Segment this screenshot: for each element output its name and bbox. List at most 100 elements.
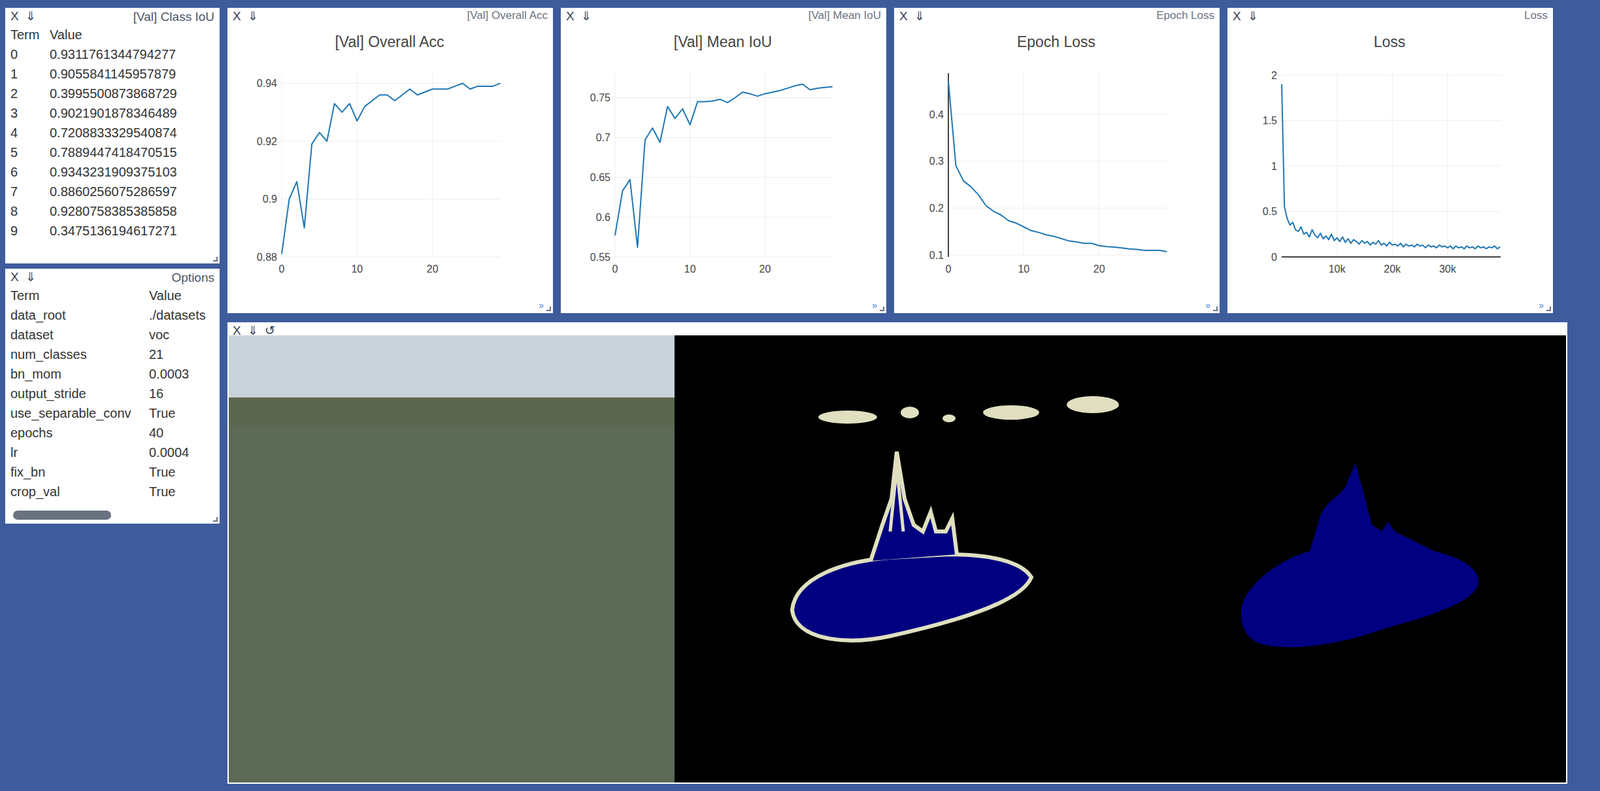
x-tick: 20 (759, 73, 772, 275)
svg-text:0.2: 0.2 (929, 202, 944, 214)
download-button[interactable]: ⇓ (25, 9, 36, 24)
resize-handle-icon[interactable] (879, 306, 885, 312)
panel-header: X⇓Options (5, 268, 220, 286)
panel-header: X ⇓ Loss (1227, 7, 1553, 24)
svg-text:30k: 30k (1439, 263, 1457, 275)
close-button[interactable]: X (899, 9, 908, 24)
svg-text:0.92: 0.92 (256, 135, 278, 148)
prediction-mask (674, 335, 1121, 783)
table-cell: 6 (10, 162, 50, 182)
table-cell: epochs (10, 422, 150, 443)
chart-panel: X ⇓ [Val] Overall Acc [Val] Overall Acc 0.88… (227, 7, 553, 314)
chart-row: X⇓[Val] Overall Acc[Val] Overall Acc0.88… (227, 7, 1568, 314)
svg-text:0.4: 0.4 (929, 109, 944, 121)
table-cell: fix_bn (10, 462, 150, 482)
visdom-dashboard: X⇓[Val] Class IoUTermValue00.93117613447… (0, 0, 1600, 791)
resize-handle-icon[interactable] (1546, 306, 1551, 312)
options-panel: X⇓OptionsTermValuedata_root./datasetsdat… (5, 268, 220, 524)
download-button[interactable]: ⇓ (247, 9, 259, 24)
close-button[interactable]: X (1232, 9, 1242, 24)
y-tick: 0.2 (929, 202, 1168, 214)
series-line (615, 84, 833, 248)
expand-link[interactable]: » (871, 300, 878, 311)
svg-text:0.9: 0.9 (262, 193, 278, 205)
svg-text:0: 0 (1271, 251, 1278, 263)
download-button[interactable]: ⇓ (581, 9, 592, 24)
table-cell: 0 (10, 44, 50, 65)
x-tick: 10 (684, 73, 697, 275)
svg-text:0.65: 0.65 (590, 171, 611, 184)
close-button[interactable]: X (566, 9, 575, 24)
expand-link[interactable]: » (1205, 300, 1211, 311)
y-tick: 0.92 (256, 135, 501, 148)
table-cell: dataset (10, 324, 150, 345)
table: TermValue00.931176134479427710.905584114… (5, 24, 220, 241)
svg-text:1: 1 (1271, 160, 1278, 172)
panel-controls: X⇓ (566, 9, 592, 24)
table-cell: True (149, 403, 215, 423)
panel-controls: X⇓ (899, 9, 925, 24)
y-tick: 0.6 (596, 211, 834, 223)
horizontal-scrollbar[interactable] (13, 510, 112, 520)
y-tick: 1.5 (1262, 115, 1501, 127)
download-button[interactable]: ⇓ (1247, 9, 1259, 24)
resize-handle-icon[interactable] (1213, 306, 1218, 312)
y-tick: 0.9 (262, 193, 501, 205)
x-tick: 0 (279, 73, 285, 275)
table-cell: 0.9021901878346489 (49, 103, 215, 123)
table-header-cell: Term (10, 285, 150, 306)
input-photo (228, 335, 675, 783)
svg-text:2: 2 (1271, 69, 1278, 82)
panel-header: X ⇓ [Val] Overall Acc (227, 7, 553, 24)
y-tick: 0.55 (590, 251, 834, 263)
line-chart: [Val] Overall Acc0.880.90.920.9401020 (227, 23, 553, 314)
table-cell: 0.3475136194617271 (49, 220, 215, 241)
chart-title: [Val] Mean IoU (673, 33, 772, 51)
svg-text:10: 10 (684, 263, 697, 275)
panel-title: [Val] Overall Acc (467, 9, 548, 23)
table-header-cell: Value (49, 24, 215, 45)
panel-title: Epoch Loss (1156, 9, 1215, 23)
expand-link[interactable]: » (1538, 300, 1544, 311)
resize-handle-icon[interactable] (213, 516, 218, 522)
chart-title: [Val] Overall Acc (334, 33, 444, 51)
panel-header: X⇓↺ (227, 322, 1568, 336)
svg-text:0: 0 (612, 263, 619, 275)
table-cell: 9 (10, 220, 50, 241)
resize-handle-icon[interactable] (213, 256, 218, 262)
y-tick: 0 (1271, 251, 1501, 263)
resize-handle-icon[interactable] (546, 306, 551, 312)
download-button[interactable]: ⇓ (25, 269, 36, 285)
table-cell: 2 (10, 83, 50, 104)
y-tick: 0.88 (256, 251, 501, 263)
line-chart: [Val] Mean IoU0.550.60.650.70.7501020 (560, 23, 886, 314)
panel-title: Loss (1524, 9, 1548, 23)
svg-text:10: 10 (350, 263, 363, 275)
y-tick: 0.7 (596, 132, 834, 144)
table-cell: 0.9280758385385858 (49, 201, 215, 221)
table-cell: 0.0003 (149, 364, 215, 384)
table-cell: data_root (10, 305, 150, 325)
download-button[interactable]: ⇓ (914, 9, 925, 24)
right-column: X⇓[Val] Overall Acc[Val] Overall Acc0.88… (227, 7, 1568, 791)
panel-header: X⇓[Val] Mean IoU (560, 7, 887, 24)
x-tick: 10 (350, 73, 363, 275)
close-button[interactable]: X (10, 269, 19, 285)
y-tick: 0.5 (1262, 205, 1501, 217)
y-tick: 1 (1271, 160, 1501, 172)
table-cell: voc (149, 324, 215, 345)
table-cell: 8 (10, 201, 50, 221)
expand-link[interactable]: » (538, 300, 544, 311)
close-button[interactable]: X (10, 9, 19, 24)
y-tick: 2 (1271, 69, 1501, 82)
chart-panel: X⇓LossLoss00.511.5210k20k30k» (1227, 7, 1553, 314)
close-button[interactable]: X (232, 9, 242, 24)
x-tick: 0 (612, 73, 619, 275)
svg-text:1.5: 1.5 (1262, 115, 1278, 127)
table-cell: lr (10, 442, 150, 463)
svg-text:0.3: 0.3 (929, 155, 944, 167)
table-cell: 21 (149, 344, 215, 365)
table-cell: use_separable_conv (10, 403, 150, 423)
zero-line (947, 73, 950, 257)
x-tick: 30k (1439, 73, 1457, 275)
